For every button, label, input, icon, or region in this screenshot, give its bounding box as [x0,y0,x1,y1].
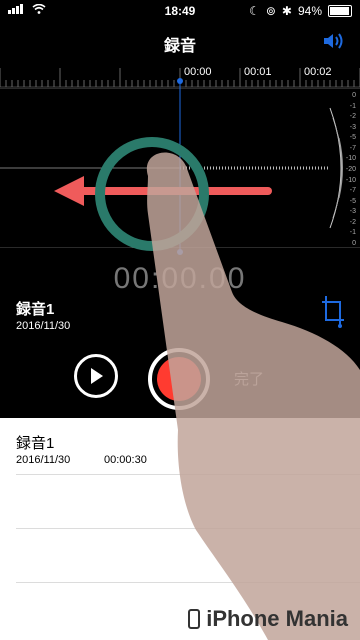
list-item-date: 2016/11/30 [16,454,71,466]
playhead[interactable] [0,0,360,260]
watermark-text: iPhone Mania [206,606,348,631]
watermark: iPhone Mania [188,606,348,632]
play-icon [91,368,103,384]
recording-timer: 00:00.00 [113,262,247,295]
divider [16,582,360,583]
crop-icon[interactable] [320,294,346,335]
divider [16,528,360,529]
recorder-panel: 18:49 ☾ ⊚ ✱ 94% 録音 00:00 00:01 00:02 0 -… [0,0,360,418]
playback-controls: 完了 [0,348,360,410]
record-button[interactable] [148,348,210,410]
recording-date: 2016/11/30 [16,320,71,332]
recording-title[interactable]: 録音1 [16,298,54,319]
phone-icon [188,609,201,629]
play-button[interactable] [74,354,118,398]
list-item-duration: 00:00:30 [104,454,147,466]
record-dot [157,357,201,401]
divider [16,474,360,475]
done-button[interactable]: 完了 [234,368,264,389]
list-item-title: 録音1 [16,435,55,452]
